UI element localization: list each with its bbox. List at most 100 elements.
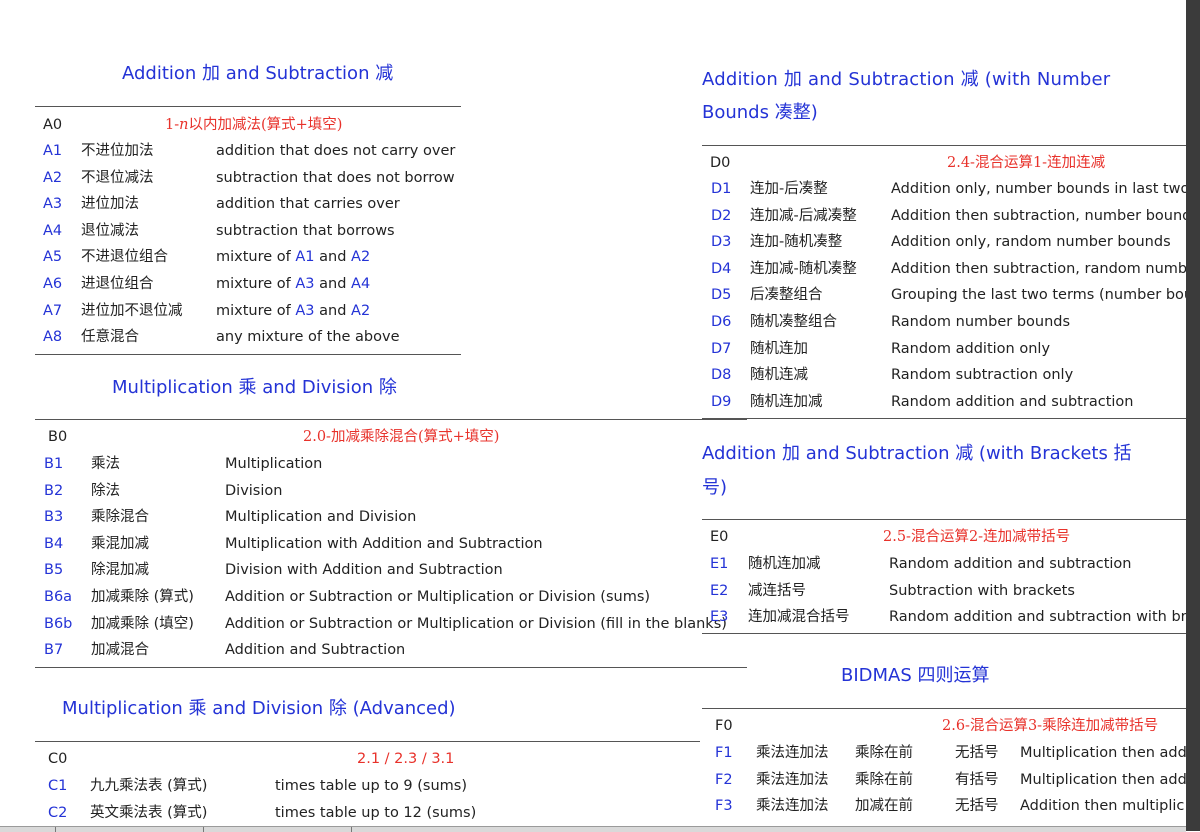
- table-row: A8 任意混合 any mixture of the above: [35, 324, 461, 350]
- row-chinese-brackets: 无括号: [955, 798, 999, 815]
- row-code-link[interactable]: B2: [44, 478, 63, 504]
- table-row: B6a 加减乘除 (算式) Addition or Subtraction or M…: [35, 584, 747, 610]
- table-row: A7 进位加不退位减 mixture of A3 and A2: [35, 298, 461, 324]
- row-code-link[interactable]: E3: [710, 604, 728, 630]
- row-code-link[interactable]: D9: [711, 389, 731, 415]
- row-code-link[interactable]: A8: [43, 324, 62, 350]
- ref-link[interactable]: A1: [295, 249, 314, 265]
- row-code-link[interactable]: B1: [44, 451, 63, 477]
- section-b-title: Multiplication 乘 and Division 除: [112, 377, 397, 398]
- english-text: mixture of: [216, 276, 296, 292]
- table-row: B5 除混加减 Division with Addition and Subtrac…: [35, 557, 747, 583]
- row-english-label: subtraction that does not borrow: [216, 169, 455, 186]
- row-english-label: Multiplication with Addition and Subtrac…: [225, 535, 543, 552]
- row-code-link[interactable]: B6a: [44, 584, 72, 610]
- row-code-link[interactable]: C1: [48, 773, 67, 799]
- row-code-link[interactable]: D4: [711, 256, 731, 282]
- row-code-link[interactable]: A1: [43, 138, 62, 164]
- section-f-header-row: F0 2.6-混合运算3-乘除连加减带括号: [702, 713, 1186, 739]
- section-c-subtitle: 2.1 / 2.3 / 3.1: [357, 751, 455, 767]
- row-chinese-label: 乘法连加法: [756, 798, 829, 815]
- row-code-link[interactable]: D1: [711, 176, 731, 202]
- row-english-label: Random addition and subtraction with bra: [889, 609, 1186, 626]
- row-code-link[interactable]: B5: [44, 557, 63, 583]
- row-chinese-label: 随机连减: [750, 367, 808, 384]
- section-f-title: BIDMAS 四则运算: [841, 665, 990, 686]
- row-chinese-label: 不进退位组合: [81, 249, 168, 266]
- table-row: D5 后凑整组合 Grouping the last two terms (numb…: [702, 282, 1186, 308]
- row-english-label: Multiplication and Division: [225, 509, 417, 526]
- section-d-top-rule: [702, 145, 1186, 146]
- row-code-link[interactable]: D8: [711, 362, 731, 388]
- ref-link[interactable]: A4: [351, 276, 370, 292]
- row-code-link[interactable]: A6: [43, 271, 62, 297]
- row-code-link[interactable]: A2: [43, 165, 62, 191]
- ref-link[interactable]: A2: [351, 249, 370, 265]
- row-code-link[interactable]: F3: [715, 793, 733, 819]
- row-code-link[interactable]: A3: [43, 191, 62, 217]
- row-code-link[interactable]: B7: [44, 637, 63, 663]
- table-row: A6 进退位组合 mixture of A3 and A4: [35, 271, 461, 297]
- row-chinese-brackets: 无括号: [955, 745, 999, 761]
- row-code-link[interactable]: D7: [711, 336, 731, 362]
- row-code-link[interactable]: E2: [710, 578, 728, 604]
- row-english-label: mixture of A3 and A4: [216, 271, 370, 297]
- row-code-link[interactable]: A4: [43, 218, 62, 244]
- horizontal-scrollbar[interactable]: [0, 826, 1186, 832]
- row-code-link[interactable]: F1: [715, 740, 733, 766]
- row-code-link[interactable]: B4: [44, 531, 63, 557]
- row-english-label: Multiplication then add: [1020, 771, 1186, 788]
- table-row: C1 九九乘法表 (算式) times table up to 9 (sums): [35, 773, 700, 799]
- row-code-link[interactable]: A5: [43, 244, 62, 270]
- row-english-label: Multiplication: [225, 456, 323, 472]
- table-row: F1 乘法连加法 乘除在前 无括号 Multiplication then add: [702, 740, 1186, 766]
- row-english-label: addition that carries over: [216, 196, 400, 213]
- row-english-label: Random addition only: [891, 340, 1051, 357]
- row-code-link[interactable]: E1: [710, 551, 728, 577]
- row-code-link[interactable]: D6: [711, 309, 731, 335]
- section-e-title-line1: Addition 加 and Subtraction 减 (with Brack…: [702, 443, 1132, 464]
- english-text: and: [314, 302, 352, 319]
- row-code-link[interactable]: D5: [711, 282, 731, 308]
- row-english-label: any mixture of the above: [216, 329, 400, 346]
- row-chinese-label: 加减混合: [91, 642, 149, 659]
- row-english-label: Addition only, random number bounds: [891, 234, 1171, 251]
- row-code-link[interactable]: B3: [44, 504, 63, 530]
- section-e-top-rule: [702, 519, 1186, 520]
- row-chinese-label: 九九乘法表 (算式): [90, 778, 208, 794]
- row-code-link[interactable]: D2: [711, 203, 731, 229]
- row-english-label: Grouping the last two terms (number bou: [891, 287, 1186, 304]
- table-row: B6b 加减乘除 (填空) Addition or Subtraction or M…: [35, 611, 747, 637]
- section-d-header-code: D0: [710, 155, 731, 171]
- row-code-link[interactable]: B6b: [44, 611, 72, 637]
- ref-link[interactable]: A3: [295, 303, 314, 319]
- table-row: D3 连加-随机凑整 Addition only, random number bo…: [702, 229, 1186, 255]
- section-e-header-code: E0: [710, 529, 729, 545]
- row-chinese-label: 英文乘法表 (算式): [90, 804, 208, 821]
- row-english-label: Addition or Subtraction or Multiplicatio…: [225, 615, 727, 632]
- section-e-title-line2: 号): [702, 477, 728, 498]
- row-english-label: Multiplication then add: [1020, 745, 1186, 761]
- row-code-link[interactable]: C2: [48, 800, 67, 826]
- row-code-link[interactable]: A7: [43, 298, 62, 324]
- section-f-top-rule: [702, 708, 1186, 709]
- row-code-link[interactable]: D3: [711, 229, 731, 255]
- row-chinese-label: 乘法连加法: [756, 745, 829, 761]
- section-d-title-line2: Bounds 凑整): [702, 102, 818, 123]
- row-english-label: Division with Addition and Subtraction: [225, 562, 503, 579]
- row-english-label: subtraction that borrows: [216, 222, 395, 239]
- table-row: A3 进位加法 addition that carries over: [35, 191, 461, 217]
- table-row: D7 随机连加 Random addition only: [702, 336, 1186, 362]
- table-row: F3 乘法连加法 加减在前 无括号 Addition then multiplic: [702, 793, 1186, 819]
- table-row: B4 乘混加减 Multiplication with Addition and S…: [35, 531, 747, 557]
- section-e-header-row: E0 2.5-混合运算2-连加减带括号: [702, 524, 1186, 550]
- row-english-label: Addition or Subtraction or Multiplicatio…: [225, 589, 651, 605]
- section-b-header-code: B0: [48, 429, 68, 445]
- row-code-link[interactable]: F2: [715, 767, 733, 793]
- row-english-label: Subtraction with brackets: [889, 582, 1075, 599]
- vertical-scrollbar[interactable]: [1186, 0, 1200, 831]
- ref-link[interactable]: A2: [351, 303, 370, 319]
- section-d-bottom-rule: [702, 418, 1186, 419]
- section-b-subtitle: 2.0-加减乘除混合(算式+填空): [303, 429, 500, 445]
- ref-link[interactable]: A3: [295, 276, 314, 292]
